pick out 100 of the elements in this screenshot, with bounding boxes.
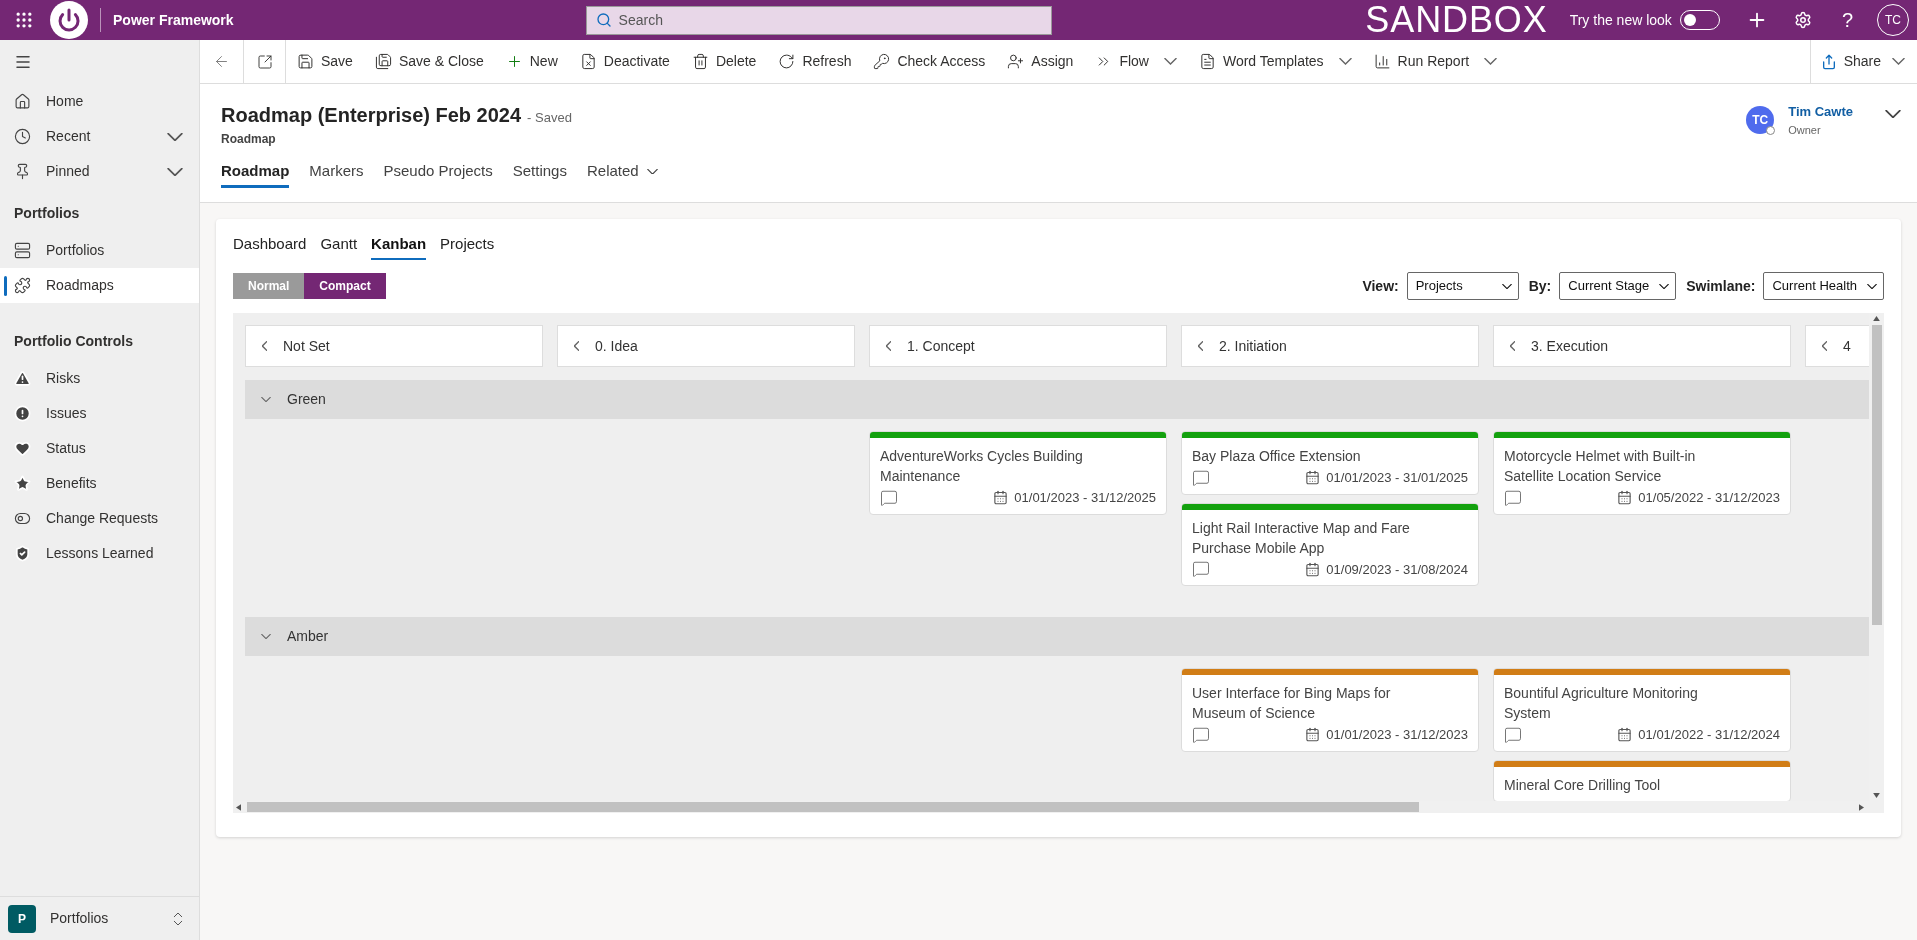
share-button[interactable]: Share [1809,40,1917,83]
form-tab[interactable]: Related [586,158,658,188]
chevron-down-icon [1484,58,1498,65]
home-icon [14,93,31,110]
chevron-down-icon [1501,283,1512,289]
stage-column-header[interactable]: 3. Execution [1493,325,1791,367]
save-status: - Saved [527,109,572,127]
comment-icon[interactable] [1192,560,1210,579]
warning-icon [14,370,31,387]
comment-icon[interactable] [1192,468,1210,487]
stage-column-header[interactable]: 1. Concept [869,325,1167,367]
chevron-down-icon [1659,283,1670,289]
command-button[interactable]: Delete [680,40,768,83]
command-button[interactable]: Check Access [862,40,997,83]
document-icon [1198,53,1216,70]
bar-chart-icon [1373,53,1391,70]
card-title: Mineral Core Drilling Tool [1504,775,1662,795]
sidebar-item[interactable]: Recent [0,119,199,154]
sidebar-item[interactable]: Issues [0,396,199,431]
settings-icon[interactable] [1793,11,1812,29]
command-button[interactable]: Flow [1084,40,1188,83]
comment-icon[interactable] [1504,488,1522,507]
sidebar-item[interactable]: Portfolios [0,233,199,268]
command-button[interactable]: New [494,40,569,83]
scroll-up-icon[interactable] [1873,316,1880,321]
density-toggle[interactable]: Compact [304,273,386,299]
sidebar-item[interactable]: Change Requests [0,501,199,536]
owner-name[interactable]: Tim Cawte [1788,102,1853,122]
sidebar-section-title: Portfolio Controls [13,331,134,351]
command-button[interactable]: Deactivate [568,40,681,83]
card-dates: 01/01/2023 - 31/12/2025 [1014,489,1156,507]
comment-icon[interactable] [880,488,898,507]
scroll-left-icon[interactable] [236,803,241,811]
filter-select[interactable]: Current Stage [1559,272,1677,300]
command-button[interactable]: Save & Close [363,40,495,83]
project-card[interactable]: Bountiful Agriculture Monitoring System 01/01/2022 - 31/12/2024 [1493,668,1791,752]
sidebar-item[interactable]: Status [0,431,199,466]
form-tab[interactable]: Roadmap [221,158,290,188]
project-card[interactable]: Motorcycle Helmet with Built-in Satellite Location Service 01/05/2022 - 31/12/2023 [1493,431,1791,515]
swimlane-header[interactable]: Green [245,380,1869,419]
chevron-down-icon [646,168,658,175]
sidebar-item[interactable]: Risks [0,361,199,396]
command-button[interactable]: Assign [996,40,1085,83]
card-title: Bay Plaza Office Extension [1192,447,1362,466]
project-card[interactable]: Bay Plaza Office Extension 01/01/2023 - 31/01/2025 [1181,431,1479,495]
chevron-down-icon [1867,283,1877,289]
project-card[interactable]: Mineral Core Drilling Tool [1493,759,1791,801]
command-button[interactable]: Run Report [1362,40,1509,83]
entity-label: Roadmap [221,131,277,148]
calendar-icon [1617,490,1633,506]
form-tab[interactable]: Settings [512,158,567,188]
sidebar-item[interactable]: Benefits [0,466,199,501]
form-tab[interactable]: Markers [309,158,364,188]
project-card[interactable]: User Interface for Bing Maps for Museum of Science 01/01/2023 - 31/12/2023 [1181,668,1479,752]
owner-role: Owner [1788,122,1822,138]
help-button[interactable]: ? [1841,5,1853,35]
scroll-right-icon[interactable] [1859,803,1864,811]
command-button[interactable]: Refresh [767,40,863,83]
view-tab[interactable]: Projects [440,231,495,260]
filter-select[interactable]: Current Health [1763,272,1884,300]
vertical-scrollbar[interactable] [1869,313,1884,801]
scroll-down-icon[interactable] [1873,793,1880,798]
filter-select[interactable]: Projects [1406,272,1519,300]
sidebar-item[interactable]: Pinned [0,154,199,189]
view-tab[interactable]: Kanban [371,231,427,260]
calendar-icon [1305,561,1321,577]
sidebar-item[interactable]: Lessons Learned [0,536,199,571]
stage-column-header[interactable]: 4 [1805,325,1869,367]
search-field[interactable]: Search [585,5,1052,35]
chevron-left-icon [886,341,891,351]
chevron-left-icon [1822,341,1827,351]
swimlane-header[interactable]: Amber [245,617,1869,656]
sidebar-item[interactable]: Roadmaps [0,268,199,303]
command-button[interactable]: Save [286,40,364,83]
stage-column-header[interactable]: Not Set [245,325,543,367]
view-tab[interactable]: Gantt [320,231,358,260]
sidebar-section-title: Portfolios [13,203,81,223]
comment-icon[interactable] [1504,725,1522,744]
heart-icon [14,440,31,457]
share-icon [1820,53,1837,70]
stage-column-header[interactable]: 2. Initiation [1181,325,1479,367]
save-all-icon [374,53,392,70]
filter-label: Swimlane: [1686,276,1756,296]
area-badge: P [8,904,36,933]
calendar-icon [993,490,1009,506]
app-name[interactable]: Power Framework [113,9,234,31]
stack-icon [14,242,31,259]
stage-column-header[interactable]: 0. Idea [557,325,855,367]
view-tab[interactable]: Dashboard [233,231,307,260]
key-icon [873,53,891,70]
sidebar-item[interactable]: Home [0,84,199,119]
command-button[interactable]: Word Templates [1187,40,1363,83]
project-card[interactable]: AdventureWorks Cycles Building Maintenance 01/01/2023 - 31/12/2025 [869,431,1167,515]
filter-label: View: [1362,276,1399,296]
project-card[interactable]: Light Rail Interactive Map and Fare Purchase Mobile App 01/09/2023 - 31/08/2024 [1181,502,1479,586]
comment-icon[interactable] [1192,725,1210,744]
chevron-down-icon [167,132,183,141]
card-dates: 01/05/2022 - 31/12/2023 [1638,489,1780,507]
form-tab[interactable]: Pseudo Projects [383,158,493,188]
calendar-icon [1617,727,1633,743]
